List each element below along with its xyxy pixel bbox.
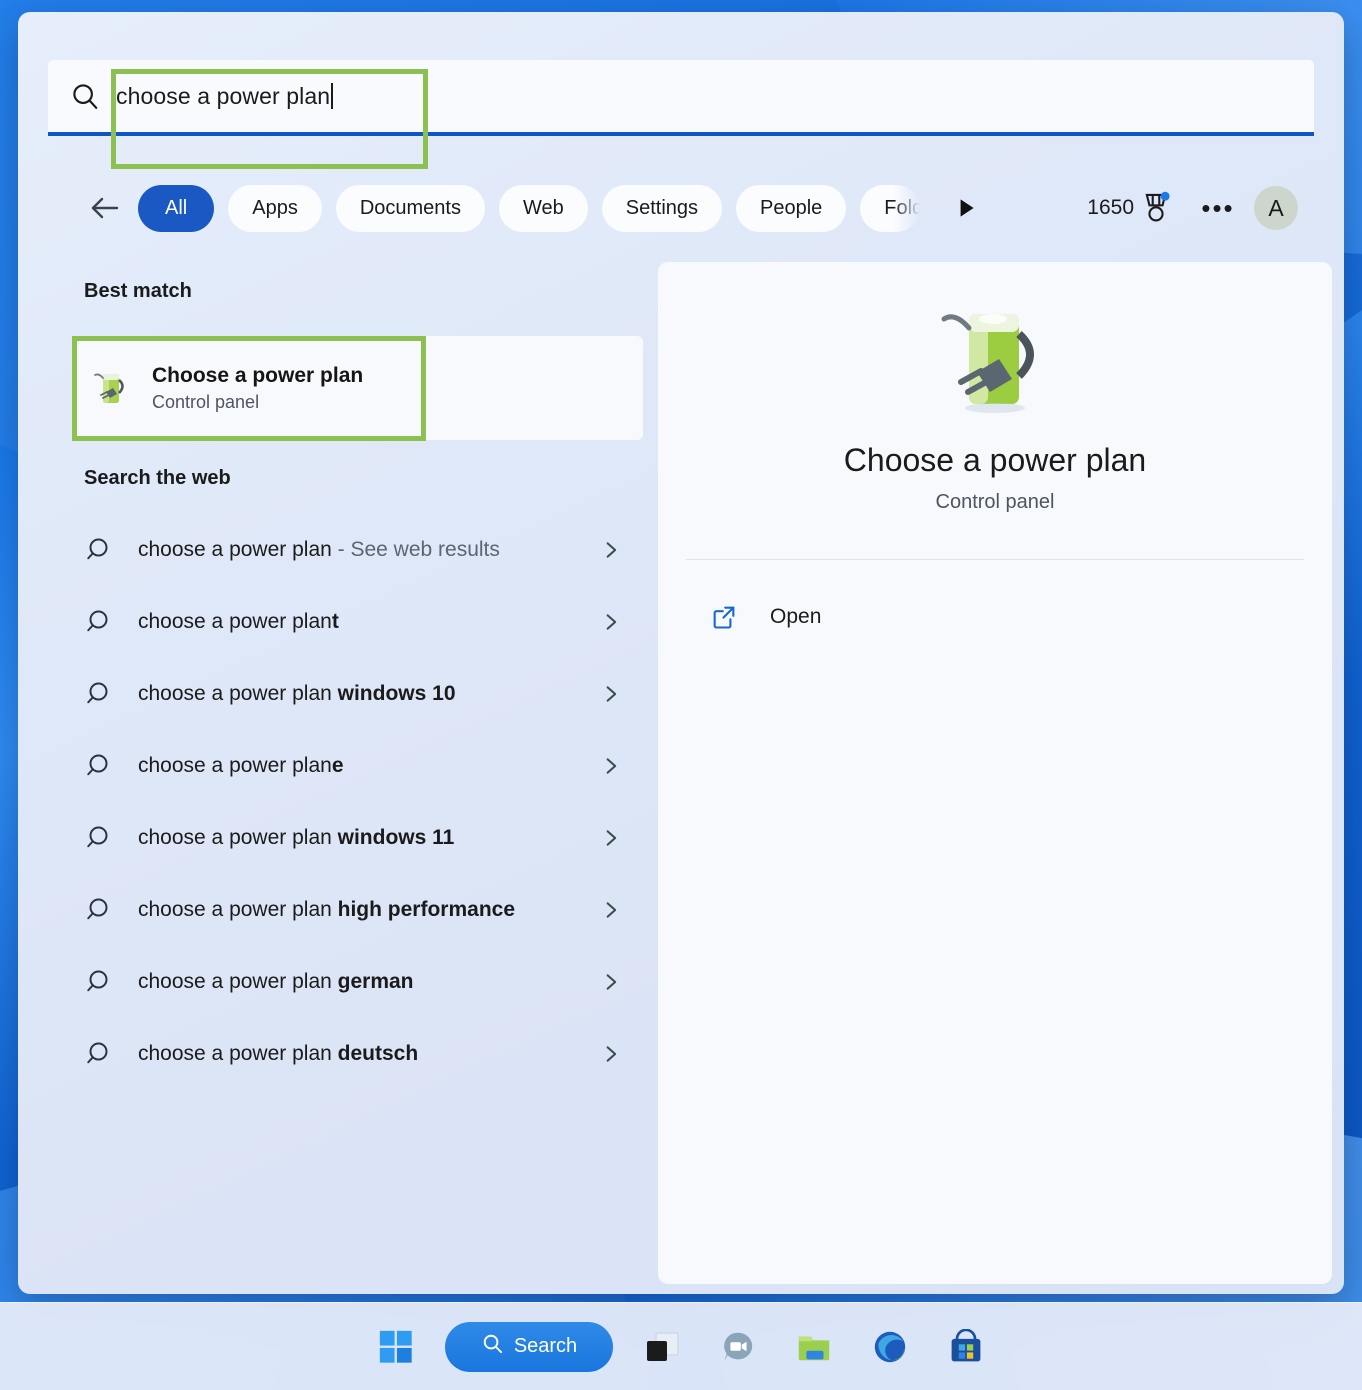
power-plan-icon: [935, 300, 1055, 420]
best-match-text-group: Choose a power plan Control panel: [152, 362, 363, 415]
text-cursor: [331, 83, 333, 109]
tab-people[interactable]: People: [736, 184, 847, 232]
web-suggestion-row[interactable]: choose a power plant: [72, 586, 643, 658]
preview-subtitle: Control panel: [935, 491, 1055, 513]
taskbar-search-button[interactable]: Search: [445, 1321, 613, 1372]
tab-all-label: All: [165, 196, 188, 219]
rewards-indicator[interactable]: 1650: [1087, 191, 1172, 225]
divider: [686, 559, 1304, 560]
tab-folders-label: Folders: [884, 196, 921, 219]
search-icon: [86, 1039, 116, 1069]
medal-icon: [1140, 191, 1172, 225]
taskbar: Search: [0, 1302, 1362, 1390]
search-the-web-header: Search the web: [84, 467, 231, 489]
tab-apps[interactable]: Apps: [228, 184, 322, 232]
web-suggestion-row[interactable]: choose a power plan high performance: [72, 874, 643, 946]
taskbar-search-label: Search: [513, 1335, 578, 1357]
chevron-right-icon: [601, 900, 621, 920]
back-arrow-icon[interactable]: [84, 187, 126, 229]
web-suggestion-row[interactable]: choose a power plan windows 10: [72, 658, 643, 730]
web-suggestion-label: choose a power plan deutsch: [138, 1042, 419, 1066]
tab-all[interactable]: All: [138, 184, 215, 232]
chevron-right-icon: [601, 972, 621, 992]
best-match-subtitle: Control panel: [152, 392, 260, 413]
preview-panel: Choose a power plan Control panel Open: [658, 262, 1332, 1284]
best-match-result[interactable]: Choose a power plan Control panel: [72, 336, 643, 440]
search-results-column: Best match Choose a power plan Control p…: [18, 252, 658, 1294]
more-options-button[interactable]: •••: [1196, 186, 1240, 230]
play-triangle-icon[interactable]: [948, 190, 984, 226]
preview-title: Choose a power plan: [843, 442, 1147, 478]
web-suggestion-label: choose a power plan windows 10: [138, 682, 456, 706]
file-explorer-icon[interactable]: [787, 1320, 841, 1374]
open-button[interactable]: Open: [676, 586, 1314, 648]
search-icon: [86, 607, 116, 637]
tab-settings[interactable]: Settings: [601, 184, 723, 232]
search-filter-tabs: All Apps Documents Web Settings People F…: [48, 180, 1314, 236]
search-query-text: choose a power plan: [116, 82, 331, 109]
web-suggestion-label: choose a power plan high performance: [138, 898, 516, 922]
task-view-icon[interactable]: [635, 1320, 689, 1374]
desktop-background: choose a power plan All Apps Documents W…: [0, 0, 1362, 1390]
tab-web-label: Web: [522, 196, 564, 219]
web-suggestion-label: choose a power plan german: [138, 970, 414, 994]
search-icon: [86, 895, 116, 925]
search-icon: [70, 81, 100, 111]
open-label: Open: [770, 605, 822, 628]
web-suggestions-list: choose a power plan - See web results cho…: [72, 514, 643, 1090]
best-match-title: Choose a power plan: [152, 363, 364, 387]
web-suggestion-row[interactable]: choose a power plan german: [72, 946, 643, 1018]
best-match-header: Best match: [84, 280, 192, 302]
chevron-right-icon: [601, 756, 621, 776]
avatar[interactable]: A: [1254, 186, 1298, 230]
search-icon: [481, 1332, 504, 1361]
tab-documents-label: Documents: [359, 196, 461, 219]
chevron-right-icon: [601, 684, 621, 704]
tab-documents[interactable]: Documents: [335, 184, 485, 232]
tab-web[interactable]: Web: [498, 184, 588, 232]
microsoft-store-icon[interactable]: [939, 1320, 993, 1374]
web-suggestion-label: choose a power plan - See web results: [138, 538, 500, 562]
tab-apps-label: Apps: [252, 196, 298, 219]
web-suggestion-label: choose a power plane: [138, 754, 344, 778]
web-suggestion-label: choose a power plan windows 11: [138, 826, 455, 850]
more-options-label: •••: [1201, 192, 1235, 223]
search-icon: [86, 535, 116, 565]
web-suggestion-row[interactable]: choose a power plan deutsch: [72, 1018, 643, 1090]
search-icon: [86, 751, 116, 781]
search-input-field[interactable]: choose a power plan: [48, 60, 1314, 136]
search-box-container[interactable]: choose a power plan: [48, 60, 1314, 136]
external-link-icon: [710, 603, 738, 631]
search-icon: [86, 967, 116, 997]
web-suggestion-row[interactable]: choose a power plan - See web results: [72, 514, 643, 586]
search-icon: [86, 823, 116, 853]
windows-start-icon[interactable]: [369, 1320, 423, 1374]
tab-settings-label: Settings: [625, 196, 699, 219]
chat-teams-icon[interactable]: [711, 1320, 765, 1374]
tab-folders[interactable]: Folders: [860, 184, 921, 232]
search-icon: [86, 679, 116, 709]
avatar-initial: A: [1268, 194, 1284, 221]
chevron-right-icon: [601, 540, 621, 560]
chevron-right-icon: [601, 612, 621, 632]
edge-browser-icon[interactable]: [863, 1320, 917, 1374]
rewards-count: 1650: [1087, 196, 1134, 219]
tab-people-label: People: [760, 196, 823, 219]
web-suggestion-row[interactable]: choose a power plan windows 11: [72, 802, 643, 874]
web-suggestion-row[interactable]: choose a power plane: [72, 730, 643, 802]
chevron-right-icon: [601, 1044, 621, 1064]
web-suggestion-label: choose a power plant: [138, 610, 339, 634]
power-plan-icon: [92, 368, 132, 408]
chevron-right-icon: [601, 828, 621, 848]
windows-search-panel: choose a power plan All Apps Documents W…: [18, 12, 1344, 1294]
